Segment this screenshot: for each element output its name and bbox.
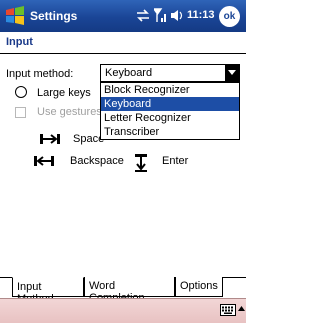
signal-bars-icon[interactable]	[154, 8, 168, 23]
input-method-dropdown-list[interactable]: Block Recognizer Keyboard Letter Recogni…	[100, 82, 240, 140]
space-gesture-icon	[40, 134, 60, 144]
input-method-label: Input method:	[6, 68, 74, 80]
menu-bar	[0, 298, 246, 323]
windows-flag-icon[interactable]	[5, 6, 25, 26]
use-gestures-label: Use gestures	[37, 106, 102, 118]
chevron-down-icon	[228, 70, 236, 75]
enter-gesture-label: Enter	[162, 155, 189, 167]
tab-input-method[interactable]: Input Method	[12, 277, 84, 305]
sip-menu-arrow-icon[interactable]	[238, 305, 245, 313]
tab-strip: Input Method Word Completion Options	[0, 277, 246, 305]
dropdown-option-block-recognizer[interactable]: Block Recognizer	[101, 83, 239, 97]
dropdown-option-transcriber[interactable]: Transcriber	[101, 125, 239, 139]
large-keys-label: Large keys	[37, 87, 91, 99]
dropdown-option-letter-recognizer[interactable]: Letter Recognizer	[101, 111, 239, 125]
input-method-value: Keyboard	[105, 67, 153, 79]
sync-arrows-icon[interactable]	[136, 9, 150, 22]
page-header: Input	[0, 32, 246, 54]
dropdown-option-keyboard[interactable]: Keyboard	[101, 97, 239, 111]
dropdown-arrow[interactable]	[225, 65, 239, 81]
keyboard-icon[interactable]	[220, 303, 236, 317]
tab-word-completion[interactable]: Word Completion	[84, 277, 175, 304]
large-keys-radio[interactable]	[15, 86, 27, 98]
backspace-gesture-icon	[34, 156, 54, 166]
tab-options[interactable]: Options	[175, 277, 223, 297]
input-method-select[interactable]: Keyboard	[100, 64, 240, 82]
page-title: Input	[6, 36, 33, 48]
ok-button[interactable]: ok	[219, 6, 240, 27]
clock[interactable]: 11:13	[187, 9, 215, 21]
use-gestures-checkbox[interactable]	[15, 107, 26, 118]
app-title: Settings	[30, 9, 78, 23]
speaker-icon[interactable]	[170, 9, 184, 22]
backspace-gesture-label: Backspace	[70, 155, 124, 167]
title-bar: Settings 11:13 ok	[0, 0, 246, 32]
enter-gesture-icon	[135, 154, 147, 172]
